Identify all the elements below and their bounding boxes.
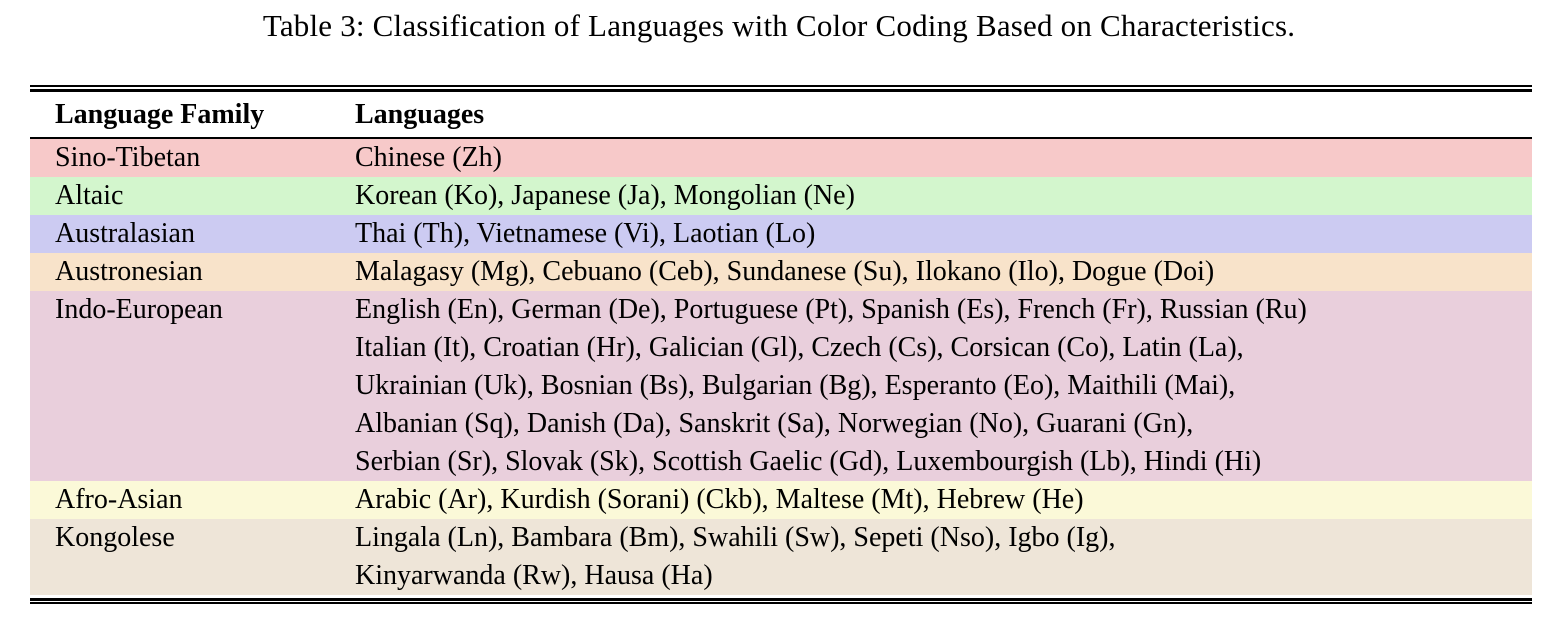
table-row: Australasian Thai (Th), Vietnamese (Vi),… bbox=[30, 215, 1532, 253]
column-header-language-family: Language Family bbox=[30, 96, 355, 134]
language-line: Chinese (Zh) bbox=[355, 139, 1532, 177]
languages-cell: English (En), German (De), Portuguese (P… bbox=[355, 291, 1532, 481]
language-line: Albanian (Sq), Danish (Da), Sanskrit (Sa… bbox=[355, 405, 1532, 443]
table-row: Sino-Tibetan Chinese (Zh) bbox=[30, 139, 1532, 177]
languages-cell: Arabic (Ar), Kurdish (Sorani) (Ckb), Mal… bbox=[355, 481, 1532, 519]
table-row: Afro-Asian Arabic (Ar), Kurdish (Sorani)… bbox=[30, 481, 1532, 519]
paper-page: Table 3: Classification of Languages wit… bbox=[0, 0, 1558, 617]
language-line: Serbian (Sr), Slovak (Sk), Scottish Gael… bbox=[355, 443, 1532, 481]
table-row: Altaic Korean (Ko), Japanese (Ja), Mongo… bbox=[30, 177, 1532, 215]
language-line: English (En), German (De), Portuguese (P… bbox=[355, 291, 1532, 329]
column-header-languages: Languages bbox=[355, 96, 1532, 134]
table-row: Indo-European English (En), German (De),… bbox=[30, 291, 1532, 481]
language-table: Language Family Languages Sino-Tibetan C… bbox=[30, 85, 1532, 604]
table-caption: Table 3: Classification of Languages wit… bbox=[0, 8, 1558, 44]
family-cell: Altaic bbox=[30, 177, 355, 215]
language-line: Lingala (Ln), Bambara (Bm), Swahili (Sw)… bbox=[355, 519, 1532, 557]
languages-cell: Lingala (Ln), Bambara (Bm), Swahili (Sw)… bbox=[355, 519, 1532, 595]
languages-cell: Korean (Ko), Japanese (Ja), Mongolian (N… bbox=[355, 177, 1532, 215]
family-cell: Kongolese bbox=[30, 519, 355, 557]
family-cell: Austronesian bbox=[30, 253, 355, 291]
languages-cell: Malagasy (Mg), Cebuano (Ceb), Sundanese … bbox=[355, 253, 1532, 291]
table-header-row: Language Family Languages bbox=[30, 92, 1532, 137]
family-cell: Indo-European bbox=[30, 291, 355, 329]
table-bottom-rule bbox=[30, 598, 1532, 604]
language-line: Italian (It), Croatian (Hr), Galician (G… bbox=[355, 329, 1532, 367]
family-cell: Afro-Asian bbox=[30, 481, 355, 519]
table-row: Austronesian Malagasy (Mg), Cebuano (Ceb… bbox=[30, 253, 1532, 291]
language-line: Korean (Ko), Japanese (Ja), Mongolian (N… bbox=[355, 177, 1532, 215]
language-line: Arabic (Ar), Kurdish (Sorani) (Ckb), Mal… bbox=[355, 481, 1532, 519]
language-line: Ukrainian (Uk), Bosnian (Bs), Bulgarian … bbox=[355, 367, 1532, 405]
language-line: Thai (Th), Vietnamese (Vi), Laotian (Lo) bbox=[355, 215, 1532, 253]
table-body: Sino-Tibetan Chinese (Zh) Altaic Korean … bbox=[30, 139, 1532, 595]
table-top-rule bbox=[30, 85, 1532, 92]
languages-cell: Chinese (Zh) bbox=[355, 139, 1532, 177]
family-cell: Sino-Tibetan bbox=[30, 139, 355, 177]
family-cell: Australasian bbox=[30, 215, 355, 253]
languages-cell: Thai (Th), Vietnamese (Vi), Laotian (Lo) bbox=[355, 215, 1532, 253]
language-line: Malagasy (Mg), Cebuano (Ceb), Sundanese … bbox=[355, 253, 1532, 291]
table-row: Kongolese Lingala (Ln), Bambara (Bm), Sw… bbox=[30, 519, 1532, 595]
language-line: Kinyarwanda (Rw), Hausa (Ha) bbox=[355, 557, 1532, 595]
